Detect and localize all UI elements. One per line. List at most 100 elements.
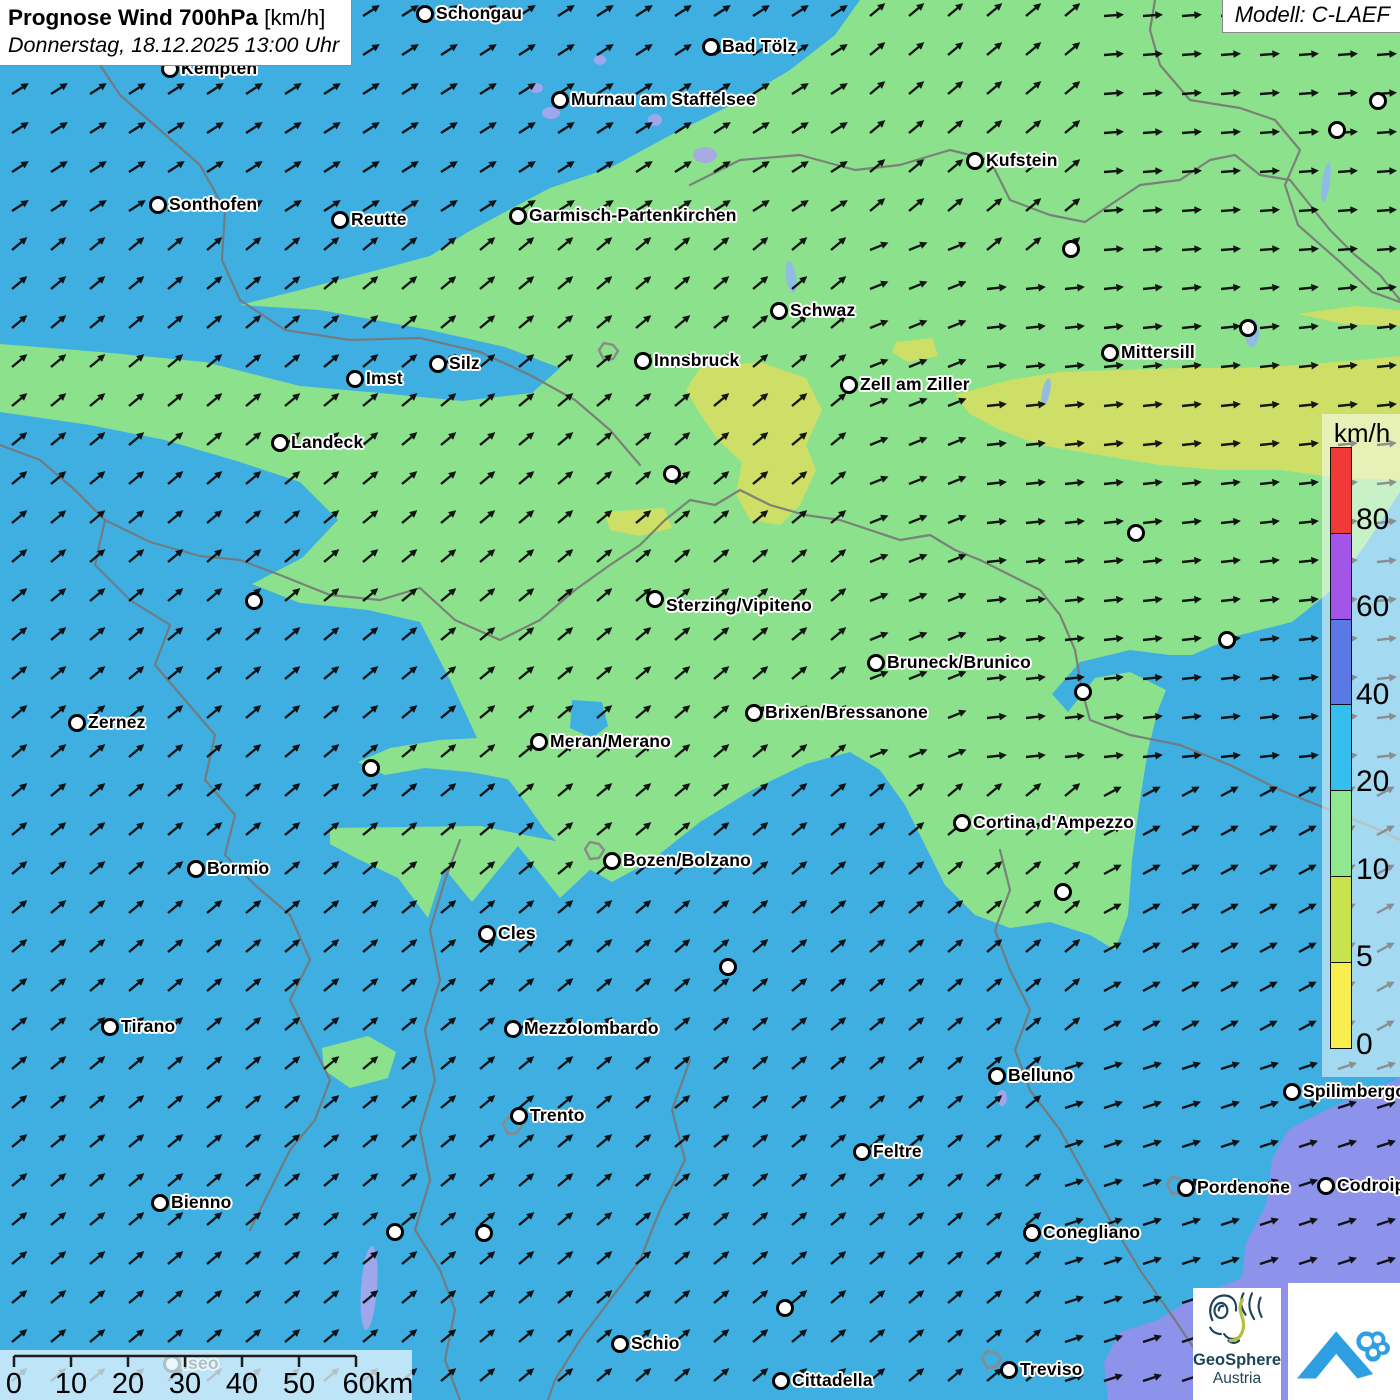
city-label: Bad Tölz: [722, 36, 797, 57]
city-marker-icon: [953, 814, 971, 832]
city-label: Innsbruck: [654, 350, 739, 371]
city-label: Brixen/Bressanone: [765, 702, 928, 723]
city-label: Cortina d'Ampezzo: [973, 812, 1134, 833]
city-marker-icon: [1101, 344, 1119, 362]
city-label: Sterzing/Vipiteno: [666, 595, 812, 616]
city-label: Trento: [530, 1105, 585, 1126]
legend-value: 20: [1356, 767, 1389, 797]
city-marker-icon: [1023, 1224, 1041, 1242]
city-marker-icon: [646, 590, 664, 608]
city-label: Schwaz: [790, 300, 855, 321]
legend-value: 60: [1356, 592, 1389, 622]
city-label: Zernez: [88, 712, 146, 733]
city-marker-icon: [663, 465, 681, 483]
city-label: Conegliano: [1043, 1222, 1140, 1243]
city-marker-icon: [840, 376, 858, 394]
city-label: Spilimbergo: [1303, 1081, 1400, 1102]
city-marker-icon: [770, 302, 788, 320]
city-marker-icon: [331, 211, 349, 229]
city-marker-icon: [603, 852, 621, 870]
legend-color-bar: [1330, 447, 1352, 1049]
city-label: Reutte: [351, 209, 407, 230]
city-label: Tirano: [121, 1016, 175, 1037]
legend-swatch-80: [1330, 447, 1352, 535]
title-main: Prognose Wind 700hPa: [8, 5, 258, 30]
forecast-title: Prognose Wind 700hPa [km/h]: [8, 3, 339, 32]
legend-swatch-20: [1330, 704, 1352, 792]
geosphere-logo-subtext: Austria: [1193, 1370, 1281, 1387]
legend-swatch-40: [1330, 619, 1352, 707]
city-label: Mittersill: [1121, 342, 1195, 363]
city-label: Belluno: [1008, 1065, 1074, 1086]
legend-value: 80: [1356, 505, 1389, 535]
bergfex-mountain-cloud-icon: [1288, 1283, 1400, 1400]
city-label: Landeck: [291, 432, 363, 453]
city-marker-icon: [362, 759, 380, 777]
city-marker-icon: [151, 1194, 169, 1212]
map-scale-bar: 0102030405060km: [0, 1350, 412, 1400]
legend-value: 5: [1356, 942, 1373, 972]
city-marker-icon: [68, 714, 86, 732]
city-label: Codroipo: [1337, 1175, 1400, 1196]
wind-forecast-map: SchongauBad TölzKemptenMurnau am Staffel…: [0, 0, 1400, 1400]
legend-value: 10: [1356, 855, 1389, 885]
city-label: Mezzolombardo: [524, 1018, 659, 1039]
city-marker-icon: [551, 91, 569, 109]
city-label: Treviso: [1020, 1359, 1083, 1380]
city-marker-icon: [245, 592, 263, 610]
scale-label: 50: [283, 1368, 315, 1400]
city-marker-icon: [416, 5, 434, 23]
city-label: Kufstein: [986, 150, 1058, 171]
city-marker-icon: [702, 38, 720, 56]
partner-logo-box: [1288, 1283, 1400, 1400]
city-marker-icon: [1177, 1179, 1195, 1197]
city-label: Bormio: [207, 858, 269, 879]
scale-label: 20: [112, 1368, 144, 1400]
city-marker-icon: [504, 1020, 522, 1038]
city-label: Feltre: [873, 1141, 922, 1162]
city-marker-icon: [510, 1107, 528, 1125]
model-label: Modell: C-LAEF: [1222, 0, 1400, 33]
city-marker-icon: [1000, 1361, 1018, 1379]
scale-label: 60km: [343, 1368, 414, 1400]
city-marker-icon: [1283, 1083, 1301, 1101]
city-label: Cles: [498, 923, 536, 944]
city-label: Sonthofen: [169, 194, 257, 215]
city-marker-icon: [719, 958, 737, 976]
title-unit: [km/h]: [258, 5, 326, 30]
city-label: Schongau: [436, 3, 522, 24]
scale-label: 40: [226, 1368, 258, 1400]
geosphere-logo-text: GeoSphere: [1193, 1351, 1281, 1370]
legend-swatch-5: [1330, 876, 1352, 964]
city-marker-icon: [966, 152, 984, 170]
city-marker-icon: [1054, 883, 1072, 901]
legend-swatch-60: [1330, 533, 1352, 621]
city-label: Imst: [366, 368, 403, 389]
city-marker-icon: [776, 1299, 794, 1317]
city-marker-icon: [1328, 121, 1346, 139]
legend-swatch-10: [1330, 790, 1352, 878]
city-marker-icon: [611, 1335, 629, 1353]
city-labels-layer: SchongauBad TölzKemptenMurnau am Staffel…: [0, 0, 1400, 1400]
city-marker-icon: [429, 355, 447, 373]
legend-unit-label: km/h: [1326, 418, 1398, 449]
city-marker-icon: [1317, 1177, 1335, 1195]
forecast-title-box: Prognose Wind 700hPa [km/h] Donnerstag, …: [0, 0, 352, 66]
city-marker-icon: [988, 1067, 1006, 1085]
city-label: Garmisch-Partenkirchen: [529, 205, 737, 226]
city-marker-icon: [509, 207, 527, 225]
city-marker-icon: [1062, 240, 1080, 258]
city-marker-icon: [149, 196, 167, 214]
scale-label: 0: [6, 1368, 22, 1400]
legend-value: 0: [1356, 1030, 1373, 1060]
city-marker-icon: [271, 434, 289, 452]
city-marker-icon: [1127, 524, 1145, 542]
city-label: Bienno: [171, 1192, 232, 1213]
city-marker-icon: [475, 1224, 493, 1242]
city-marker-icon: [772, 1372, 790, 1390]
city-marker-icon: [478, 925, 496, 943]
geosphere-contour-icon: [1201, 1288, 1273, 1348]
geosphere-logo: GeoSphere Austria: [1193, 1288, 1281, 1400]
city-marker-icon: [867, 654, 885, 672]
city-marker-icon: [1239, 319, 1257, 337]
